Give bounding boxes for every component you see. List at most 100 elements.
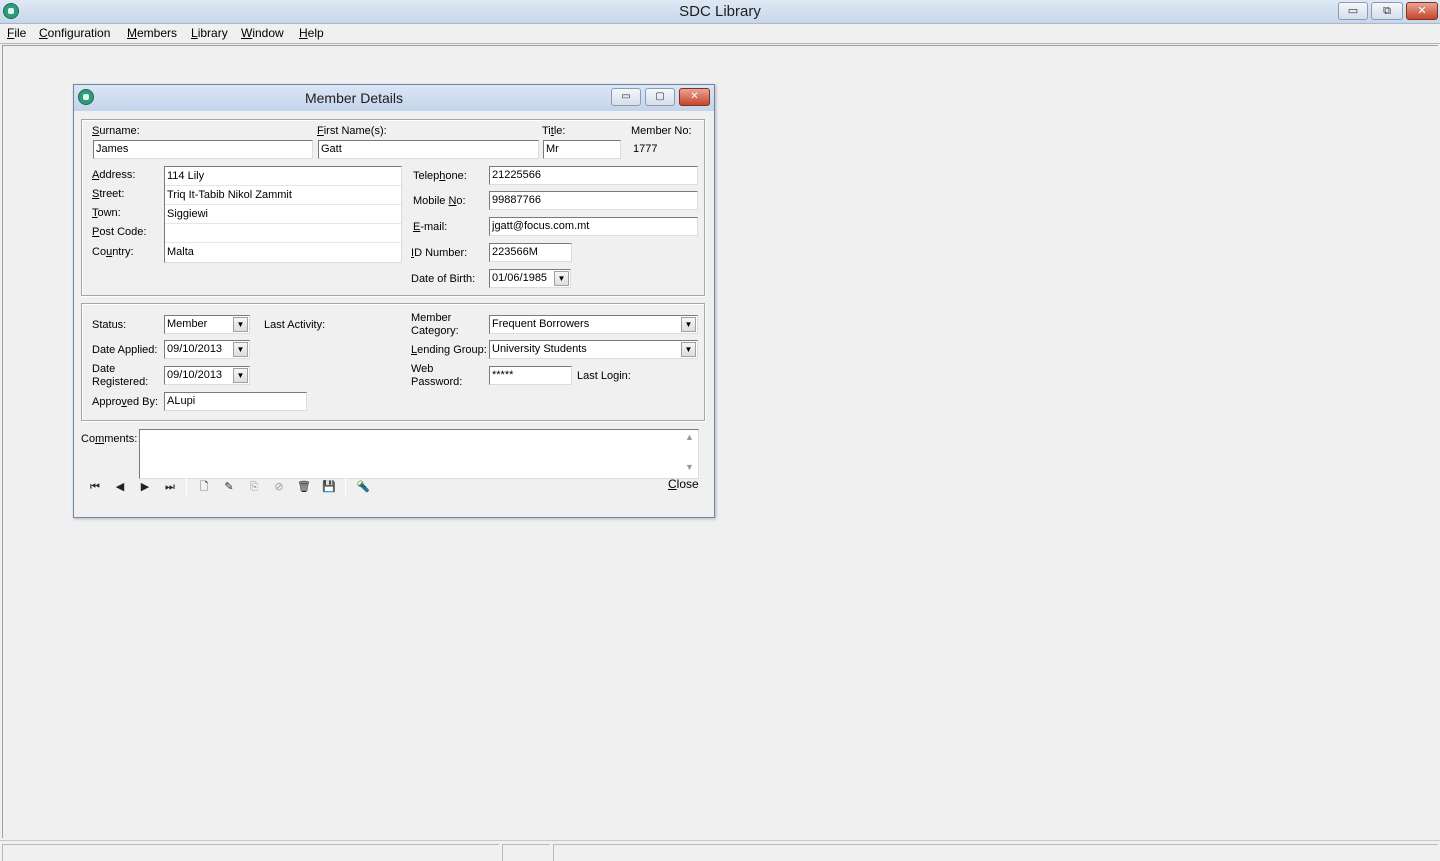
find-record-button[interactable]: 🔦 — [353, 478, 373, 496]
menu-help[interactable]: Help — [299, 26, 324, 40]
town-input[interactable]: Siggiewi — [165, 205, 401, 224]
date-registered-picker[interactable]: 09/10/2013 ▼ — [164, 366, 250, 385]
web-password-label-line2: Password: — [411, 376, 463, 388]
first-name-input[interactable]: Gatt — [318, 140, 539, 159]
status-dropdown[interactable]: Member ▼ — [164, 315, 250, 334]
street-input[interactable]: Triq It-Tabib Nikol Zammit — [165, 186, 401, 205]
chevron-down-icon[interactable]: ▼ — [233, 342, 248, 357]
member-no-value: 1777 — [633, 143, 658, 155]
lending-group-dropdown[interactable]: University Students ▼ — [489, 340, 698, 359]
approved-by-label: Approved By: — [92, 396, 159, 408]
app-restore-button[interactable]: ⧉ — [1371, 2, 1403, 20]
telephone-input[interactable]: 21225566 — [489, 166, 698, 185]
first-record-button[interactable]: ⏮ — [85, 478, 105, 496]
menu-configuration[interactable]: Configuration — [39, 26, 110, 40]
id-number-label: ID Number: — [411, 247, 468, 259]
status-pane-2 — [502, 844, 550, 861]
status-pane-3 — [553, 844, 1438, 861]
member-category-label-line2: Category: — [411, 325, 459, 337]
date-applied-label: Date Applied: — [92, 344, 158, 356]
last-record-button[interactable]: ⏭ — [160, 478, 180, 496]
app-minimize-button[interactable]: ▭ — [1338, 2, 1368, 20]
menu-members[interactable]: Members — [127, 26, 177, 40]
dialog-title: Member Details — [304, 90, 404, 106]
date-of-birth-label: Date of Birth: — [411, 273, 476, 285]
lending-group-label: Lending Group: — [411, 344, 487, 356]
surname-input[interactable]: James — [93, 140, 313, 159]
dialog-minimize-button[interactable]: ▭ — [611, 88, 641, 106]
chevron-down-icon[interactable]: ▼ — [233, 368, 248, 383]
member-details-dialog: Member Details ▭ ▢ ✕ Surname: James Firs… — [73, 84, 715, 518]
member-category-dropdown[interactable]: Frequent Borrowers ▼ — [489, 315, 698, 334]
menu-file[interactable]: File — [7, 26, 26, 40]
country-input[interactable]: Malta — [165, 243, 401, 262]
dialog-close-button[interactable]: ✕ — [679, 88, 710, 106]
member-no-label: Member No: — [631, 125, 692, 137]
app-close-button[interactable]: ✕ — [1406, 2, 1438, 20]
email-input[interactable]: jgatt@focus.com.mt — [489, 217, 698, 236]
address-input[interactable]: 114 Lily — [165, 167, 401, 186]
post-code-input[interactable] — [165, 224, 401, 243]
dialog-body: Surname: James First Name(s): Gatt Title… — [74, 111, 714, 517]
chevron-down-icon[interactable]: ▼ — [554, 271, 569, 286]
date-of-birth-picker[interactable]: 01/06/1985 ▼ — [489, 269, 571, 288]
date-registered-value: 09/10/2013 — [167, 369, 223, 381]
last-activity-label: Last Activity: — [264, 319, 326, 331]
dialog-restore-button[interactable]: ▢ — [645, 88, 675, 106]
save-record-button[interactable]: 💾 — [319, 478, 339, 496]
copy-record-button[interactable]: ⎘ — [244, 478, 264, 496]
id-number-input[interactable]: 223566M — [489, 243, 572, 262]
close-button[interactable]: Close — [668, 477, 699, 491]
mobile-no-input[interactable]: 99887766 — [489, 191, 698, 210]
member-category-label-line1: Member — [411, 312, 452, 324]
web-password-label-line1: Web — [411, 363, 434, 375]
mobile-no-label: Mobile No: — [413, 195, 466, 207]
chevron-down-icon[interactable]: ▼ — [233, 317, 248, 332]
status-label: Status: — [92, 319, 127, 331]
edit-record-button[interactable]: ✎ — [219, 478, 239, 496]
toolbar-separator — [345, 475, 346, 497]
title-label: Title: — [542, 125, 566, 137]
first-name-label: First Name(s): — [317, 125, 387, 137]
post-code-label: Post Code: — [92, 226, 147, 238]
comments-scrollbar[interactable]: ▲ ▼ — [681, 430, 698, 478]
cancel-edit-button[interactable]: ⊘ — [269, 478, 289, 496]
scroll-up-icon[interactable]: ▲ — [681, 432, 698, 446]
chevron-down-icon[interactable]: ▼ — [681, 317, 696, 332]
address-block: 114 Lily Triq It-Tabib Nikol Zammit Sigg… — [164, 166, 402, 263]
scroll-down-icon[interactable]: ▼ — [681, 462, 698, 476]
previous-record-button[interactable]: ◀ — [110, 478, 130, 496]
street-label: Street: — [92, 188, 125, 200]
comments-textarea[interactable]: ▲ ▼ — [139, 429, 699, 479]
member-category-value: Frequent Borrowers — [492, 318, 590, 330]
next-record-button[interactable]: ▶ — [135, 478, 155, 496]
new-record-button[interactable]: 🗋 — [194, 478, 214, 496]
email-label: E-mail: — [413, 221, 448, 233]
status-bar — [0, 840, 1440, 861]
comments-label: Comments: — [81, 433, 138, 445]
surname-label: Surname: — [92, 125, 140, 137]
status-pane-1 — [2, 844, 499, 861]
date-of-birth-value: 01/06/1985 — [492, 272, 548, 284]
chevron-down-icon[interactable]: ▼ — [681, 342, 696, 357]
date-applied-value: 09/10/2013 — [167, 343, 223, 355]
app-title: SDC Library — [679, 3, 761, 20]
status-value: Member — [167, 318, 208, 330]
town-label: Town: — [92, 207, 121, 219]
menu-bar: File Configuration Members Library Windo… — [0, 24, 1440, 44]
telephone-label: Telephone: — [413, 170, 467, 182]
last-login-label: Last Login: — [577, 370, 631, 382]
date-registered-label-line2: Registered: — [92, 376, 149, 388]
lending-group-value: University Students — [492, 343, 587, 355]
country-label: Country: — [92, 246, 134, 258]
approved-by-input[interactable]: ALupi — [164, 392, 307, 411]
web-password-input[interactable]: ***** — [489, 366, 572, 385]
delete-record-button[interactable]: 🗑 — [294, 478, 314, 496]
dialog-titlebar[interactable]: Member Details ▭ ▢ ✕ — [74, 85, 714, 111]
menu-window[interactable]: Window — [241, 26, 284, 40]
app-titlebar: SDC Library ▭ ⧉ ✕ — [0, 0, 1440, 24]
date-applied-picker[interactable]: 09/10/2013 ▼ — [164, 340, 250, 359]
title-input[interactable]: Mr — [543, 140, 621, 159]
menu-library[interactable]: Library — [191, 26, 228, 40]
toolbar-separator — [186, 475, 187, 497]
